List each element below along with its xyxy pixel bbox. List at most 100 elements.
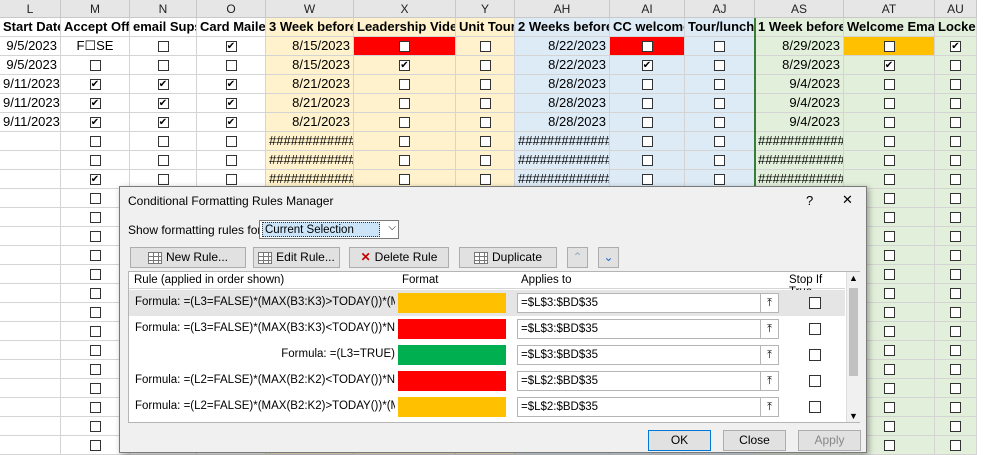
table-cell[interactable]: ✔ — [197, 37, 266, 56]
checkbox-unchecked[interactable] — [950, 231, 961, 243]
checkbox-unchecked[interactable] — [641, 98, 653, 110]
table-cell[interactable]: ✔ — [130, 94, 197, 113]
table-cell[interactable] — [0, 132, 61, 151]
format-swatch[interactable] — [398, 397, 506, 417]
table-cell[interactable] — [197, 56, 266, 75]
checkbox-unchecked[interactable] — [89, 269, 101, 281]
header-cell-ai[interactable]: CC welcome — [610, 18, 685, 37]
checkbox-checked[interactable]: ✔ — [225, 98, 237, 110]
rule-row[interactable]: Formula: =(L3=TRUE) =$L$3:$BD$35 ⤒ — [129, 342, 845, 368]
checkbox-unchecked[interactable] — [883, 364, 895, 376]
stop-if-true-checkbox[interactable] — [809, 323, 821, 335]
checkbox-unchecked[interactable] — [89, 136, 101, 148]
table-cell[interactable]: 8/21/2023 — [266, 94, 354, 113]
table-cell[interactable] — [0, 189, 61, 208]
table-cell[interactable] — [610, 113, 685, 132]
checkbox-unchecked[interactable] — [89, 212, 101, 224]
table-cell[interactable] — [935, 208, 977, 227]
table-cell[interactable] — [935, 189, 977, 208]
table-cell[interactable]: 9/5/2023 — [0, 56, 61, 75]
checkbox-unchecked[interactable] — [157, 174, 169, 186]
applies-to-field[interactable]: =$L$3:$BD$35 ⤒ — [517, 345, 779, 365]
checkbox-unchecked[interactable] — [399, 174, 410, 186]
rule-row[interactable]: Formula: =(L2=FALSE)*(MAX(B2:K2)>TODAY()… — [129, 394, 845, 420]
table-cell[interactable] — [130, 56, 197, 75]
checkbox-unchecked[interactable] — [950, 250, 961, 262]
table-cell[interactable] — [610, 75, 685, 94]
checkbox-unchecked[interactable] — [399, 79, 410, 91]
checkbox-unchecked[interactable] — [883, 269, 895, 281]
checkbox-unchecked[interactable] — [641, 79, 653, 91]
scroll-up-icon[interactable]: ▲ — [849, 273, 858, 283]
applies-to-field[interactable]: =$L$2:$BD$35 ⤒ — [517, 371, 779, 391]
rule-row[interactable]: Formula: =(L3=FALSE)*(MAX(B3:K3)<TODAY()… — [129, 316, 845, 342]
table-cell[interactable] — [0, 265, 61, 284]
checkbox-unchecked[interactable] — [714, 155, 725, 167]
column-header-ai[interactable]: AI — [610, 0, 685, 18]
table-cell[interactable] — [844, 132, 935, 151]
scroll-down-icon[interactable]: ▼ — [849, 411, 858, 421]
table-cell[interactable] — [685, 56, 755, 75]
table-cell[interactable] — [0, 208, 61, 227]
table-cell[interactable] — [61, 132, 130, 151]
checkbox-unchecked[interactable] — [883, 326, 895, 338]
delete-rule-button[interactable]: ✕ Delete Rule — [349, 247, 449, 268]
table-cell[interactable] — [935, 94, 977, 113]
checkbox-unchecked[interactable] — [950, 269, 961, 281]
checkbox-checked[interactable]: ✔ — [89, 174, 101, 186]
table-cell[interactable] — [456, 56, 515, 75]
checkbox-unchecked[interactable] — [883, 155, 895, 167]
table-cell[interactable] — [0, 284, 61, 303]
collapse-range-icon[interactable]: ⤒ — [760, 372, 778, 390]
checkbox-unchecked[interactable] — [883, 136, 895, 148]
table-cell[interactable]: 9/4/2023 — [755, 113, 844, 132]
checkbox-unchecked[interactable] — [641, 136, 653, 148]
table-cell[interactable] — [456, 132, 515, 151]
table-cell[interactable] — [456, 113, 515, 132]
table-cell[interactable] — [61, 56, 130, 75]
table-cell[interactable] — [130, 37, 197, 56]
checkbox-checked[interactable]: ✔ — [225, 79, 237, 91]
rules-list[interactable]: Rule (applied in order shown) Format App… — [128, 271, 860, 423]
table-cell[interactable] — [935, 417, 977, 436]
table-cell[interactable]: ✔ — [935, 37, 977, 56]
table-cell[interactable] — [61, 151, 130, 170]
stop-if-true-checkbox[interactable] — [809, 349, 821, 361]
checkbox-unchecked[interactable] — [950, 326, 961, 338]
checkbox-unchecked[interactable] — [399, 136, 410, 148]
header-cell-x[interactable]: Leadership Video — [354, 18, 456, 37]
header-cell-as[interactable]: 1 Week before — [755, 18, 844, 37]
checkbox-unchecked[interactable] — [641, 174, 653, 186]
checkbox-unchecked[interactable] — [225, 136, 237, 148]
applies-to-field[interactable]: =$L$3:$BD$35 ⤒ — [517, 319, 779, 339]
table-cell[interactable] — [935, 75, 977, 94]
column-header-au[interactable]: AU — [935, 0, 977, 18]
checkbox-unchecked[interactable] — [225, 155, 237, 167]
table-cell[interactable] — [0, 322, 61, 341]
table-cell[interactable]: ✔ — [61, 75, 130, 94]
table-cell[interactable]: 8/29/2023 — [755, 37, 844, 56]
format-swatch[interactable] — [398, 345, 506, 365]
header-cell-at[interactable]: Welcome Email — [844, 18, 935, 37]
table-cell[interactable] — [935, 436, 977, 455]
header-cell-ah[interactable]: 2 Weeks before — [515, 18, 610, 37]
table-cell[interactable]: 8/29/2023 — [755, 56, 844, 75]
checkbox-unchecked[interactable] — [950, 174, 961, 186]
table-cell[interactable] — [197, 132, 266, 151]
checkbox-unchecked[interactable] — [883, 383, 895, 395]
table-cell[interactable] — [844, 75, 935, 94]
table-cell[interactable] — [0, 341, 61, 360]
table-cell[interactable] — [844, 94, 935, 113]
header-cell-l[interactable]: Start Date — [0, 18, 61, 37]
checkbox-unchecked[interactable] — [883, 79, 895, 91]
table-cell[interactable] — [610, 37, 685, 56]
table-cell[interactable] — [844, 151, 935, 170]
checkbox-unchecked[interactable] — [479, 98, 491, 110]
checkbox-unchecked[interactable] — [479, 136, 491, 148]
table-cell[interactable]: ############## — [515, 151, 610, 170]
rule-row[interactable]: Formula: =(L2=FALSE)*(MAX(B2:K2)<TODAY()… — [129, 368, 845, 394]
table-cell[interactable] — [685, 75, 755, 94]
applies-to-field[interactable]: =$L$3:$BD$35 ⤒ — [517, 293, 779, 313]
checkbox-unchecked[interactable] — [950, 98, 961, 110]
checkbox-unchecked[interactable] — [883, 421, 895, 433]
